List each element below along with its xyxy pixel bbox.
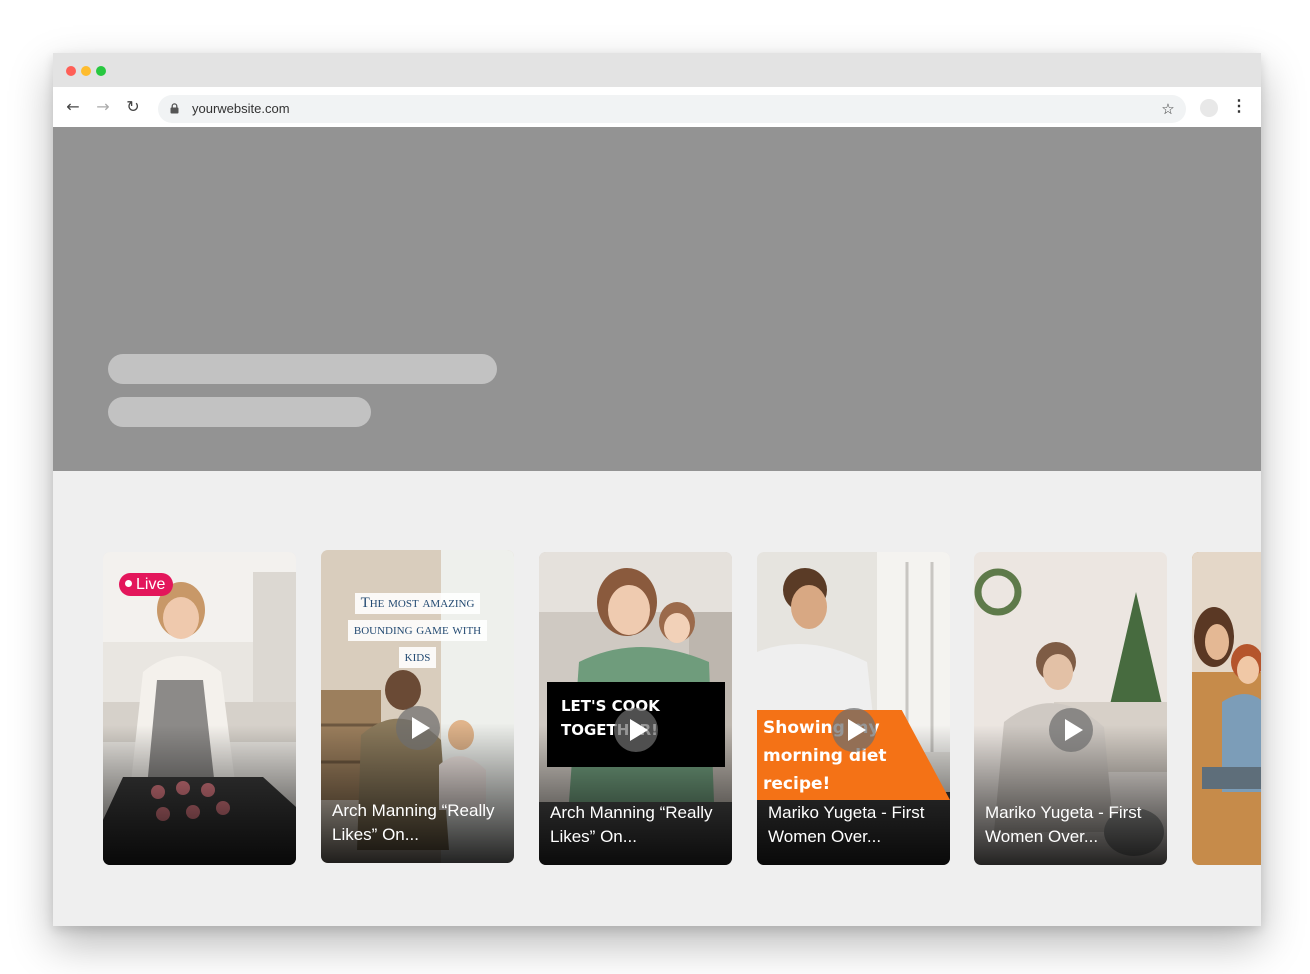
hero-banner (53, 127, 1261, 471)
video-carousel: Live The most amazing bounding game with… (53, 550, 1261, 870)
play-icon[interactable] (613, 708, 658, 752)
video-card[interactable]: The most amazing bounding game with kids… (321, 550, 514, 863)
thumbnail-gradient (103, 725, 296, 865)
browser-toolbar: ← → ↻ yourwebsite.com ☆ ⋮ (53, 87, 1261, 127)
minimize-window-button[interactable] (81, 66, 91, 76)
overlay-line: bounding game with (347, 620, 488, 641)
profile-icon[interactable] (1200, 99, 1218, 117)
play-icon[interactable] (831, 708, 876, 752)
address-bar[interactable]: yourwebsite.com ☆ (158, 95, 1186, 123)
lock-icon (170, 103, 179, 114)
live-badge: Live (119, 573, 174, 596)
video-card[interactable]: Mariko Yugeta - First Women Over... (974, 552, 1167, 865)
forward-arrow-icon[interactable]: → (93, 97, 113, 117)
video-caption: Arch Manning “Really Likes” On... (550, 803, 713, 846)
video-card[interactable]: Showing my morning diet recipe! Mariko Y… (757, 552, 950, 865)
hero-title-placeholder (108, 354, 497, 384)
video-card[interactable]: Let's cook together! Arch Manning “Reall… (539, 552, 732, 865)
overlay-line: kids (398, 647, 437, 668)
overlay-line: The most amazing (354, 593, 481, 614)
more-menu-icon[interactable]: ⋮ (1231, 97, 1247, 117)
video-caption: Mariko Yugeta - First Women Over... (768, 803, 925, 846)
video-thumbnail (1192, 552, 1261, 865)
star-icon[interactable]: ☆ (1158, 98, 1178, 118)
title-bar (53, 53, 1261, 87)
url-text: yourwebsite.com (192, 101, 290, 116)
video-card-live[interactable]: Live (103, 552, 296, 865)
play-icon[interactable] (1048, 708, 1093, 752)
reload-icon[interactable]: ↻ (123, 97, 143, 117)
close-window-button[interactable] (66, 66, 76, 76)
maximize-window-button[interactable] (96, 66, 106, 76)
video-caption: Mariko Yugeta - First Women Over... (985, 803, 1142, 846)
live-badge-label: Live (136, 576, 166, 593)
play-icon[interactable] (395, 706, 440, 750)
hero-subtitle-placeholder (108, 397, 371, 427)
thumbnail-overlay-title: The most amazing bounding game with kids (321, 590, 514, 671)
live-dot-icon (125, 580, 132, 587)
video-card[interactable] (1192, 552, 1261, 865)
browser-window: ← → ↻ yourwebsite.com ☆ ⋮ Live The most … (53, 53, 1261, 926)
back-arrow-icon[interactable]: ← (63, 97, 83, 117)
video-caption: Arch Manning “Really Likes” On... (332, 801, 495, 844)
